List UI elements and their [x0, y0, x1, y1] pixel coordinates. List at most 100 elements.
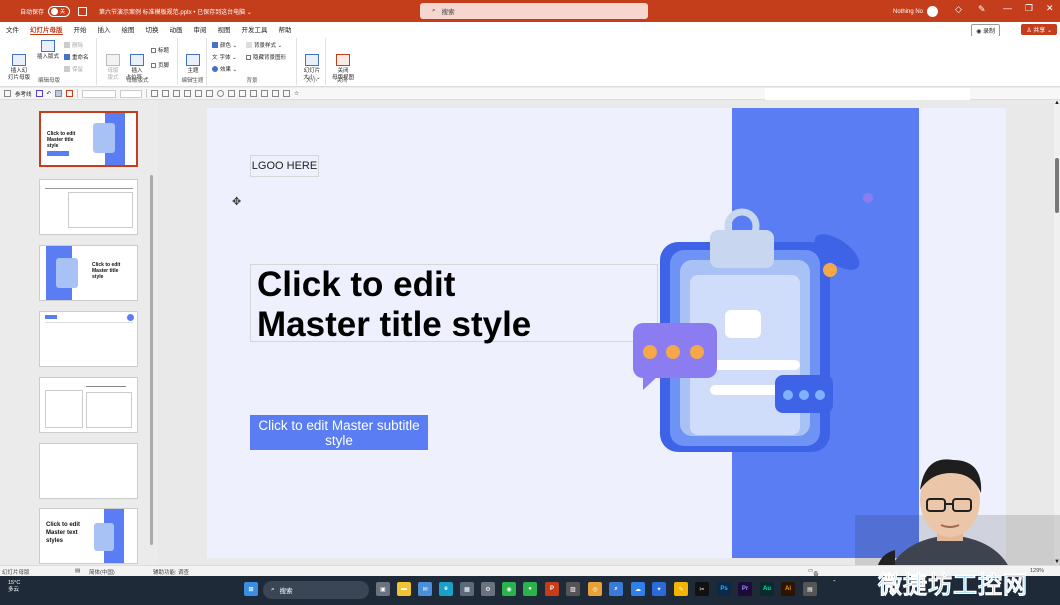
store-icon[interactable]: ▦: [460, 582, 474, 596]
thumbnail-slide-3[interactable]: Click to edit Master title style: [39, 245, 138, 301]
tab-file[interactable]: 文件: [6, 24, 19, 34]
language-label[interactable]: 简体(中国): [89, 568, 115, 576]
accessibility-label[interactable]: 辅助功能: 调查: [153, 568, 189, 576]
shape-fill-icon[interactable]: [228, 90, 236, 97]
edge-icon[interactable]: e: [439, 582, 453, 596]
thumbnail-slide-5[interactable]: [39, 377, 138, 433]
diamond-icon[interactable]: ◇: [955, 4, 962, 15]
close-master-icon: [336, 54, 350, 66]
subtitle-placeholder[interactable]: Click to edit Master subtitle style: [250, 415, 428, 450]
delete-button[interactable]: 删除: [64, 41, 83, 49]
thumbnail-slide-2[interactable]: [39, 179, 138, 235]
group-size: 幻灯片 大小 ⌄ 大小: [298, 38, 326, 85]
align-center-icon[interactable]: [162, 90, 170, 97]
text-box-icon[interactable]: [261, 90, 269, 97]
chrome-icon[interactable]: ◎: [588, 582, 602, 596]
mail-icon[interactable]: ✉: [418, 582, 432, 596]
settings-gear-icon[interactable]: ⚙: [481, 582, 495, 596]
thumbnail-scrollbar[interactable]: [149, 105, 154, 560]
scroll-up-icon[interactable]: ▲: [1054, 100, 1060, 106]
search-box[interactable]: ⌕ 搜索: [420, 3, 648, 19]
picture-icon[interactable]: [250, 90, 258, 97]
background-styles-dropdown[interactable]: 背景样式 ⌄: [246, 41, 282, 49]
file-explorer-icon[interactable]: ▬: [397, 582, 411, 596]
font-size-box[interactable]: [120, 89, 143, 98]
taskbar-search-icon: ⌕: [271, 586, 275, 593]
preserve-button[interactable]: 保留: [64, 65, 83, 73]
photoshop-icon[interactable]: Ps: [717, 582, 731, 596]
hide-bg-graphics-checkbox[interactable]: 隐藏背景图形: [246, 53, 286, 61]
pen-icon[interactable]: ✎: [978, 4, 986, 15]
oval-icon[interactable]: [217, 90, 225, 97]
effects-dropdown[interactable]: 效果 ⌄: [212, 65, 237, 73]
illustrator-icon[interactable]: Ai: [781, 582, 795, 596]
guides-checkbox[interactable]: [4, 90, 11, 97]
rename-button[interactable]: 重命名: [64, 53, 89, 61]
thumbnail-slide-1[interactable]: Click to edit Master title style: [39, 111, 138, 167]
arrange-icon[interactable]: [272, 90, 280, 97]
tab-insert[interactable]: 插入: [98, 24, 111, 34]
minimize-icon[interactable]: —: [1003, 3, 1012, 13]
font-name-box[interactable]: [82, 89, 117, 98]
thumbnail-slide-7[interactable]: Click to edit Master text styles: [39, 508, 138, 564]
align-right-icon[interactable]: [173, 90, 181, 97]
shape-outline-icon[interactable]: [239, 90, 247, 97]
fonts-dropdown[interactable]: 文字体 ⌄: [212, 53, 237, 61]
close-icon[interactable]: ✕: [1046, 3, 1054, 14]
restore-icon[interactable]: ❐: [1025, 3, 1033, 14]
capcut-icon[interactable]: ✂: [695, 582, 709, 596]
tab-help[interactable]: 帮助: [279, 24, 292, 34]
thumbnail-slide-4[interactable]: [39, 311, 138, 367]
user-account[interactable]: Nothing No: [893, 6, 939, 17]
weather-widget[interactable]: 15°C 多云: [8, 580, 20, 594]
system-tray[interactable]: ⌃: [832, 580, 837, 587]
premiere-icon[interactable]: Pr: [738, 582, 752, 596]
tab-transitions[interactable]: 切换: [146, 24, 159, 34]
spellcheck-icon[interactable]: ▤: [75, 568, 80, 574]
tab-developer[interactable]: 开发工具: [242, 24, 268, 34]
rectangle-icon[interactable]: [206, 90, 214, 97]
footer-checkbox[interactable]: 页脚: [151, 61, 169, 69]
tab-review[interactable]: 审阅: [194, 24, 207, 34]
app-icon[interactable]: ▤: [803, 582, 817, 596]
insert-layout-button[interactable]: 插入版式: [34, 40, 62, 61]
wechat-icon[interactable]: ◉: [502, 582, 516, 596]
share-button[interactable]: ♙ 共享 ⌄: [1021, 24, 1057, 35]
title-placeholder[interactable]: Click to edit Master title style: [250, 264, 658, 344]
taskbar-search[interactable]: ⌕ 搜索: [263, 581, 369, 599]
undo-icon[interactable]: ↶: [47, 91, 52, 97]
messenger-icon[interactable]: ✦: [652, 582, 666, 596]
windows-start-icon[interactable]: ⊞: [244, 582, 258, 596]
normal-view-icon[interactable]: [55, 90, 63, 97]
notes-app-icon[interactable]: ✎: [674, 582, 688, 596]
task-view-icon[interactable]: ▣: [376, 582, 390, 596]
audition-icon[interactable]: Au: [760, 582, 774, 596]
autosave-label: 自动保存: [20, 9, 45, 16]
logo-placeholder[interactable]: LGOO HERE: [250, 155, 319, 177]
autosave-toggle[interactable]: 关: [48, 5, 71, 17]
save-small-icon[interactable]: [35, 90, 43, 97]
search-app-icon[interactable]: ⌕: [609, 582, 623, 596]
star-icon[interactable]: ☆: [294, 91, 299, 97]
distribute-icon[interactable]: [184, 90, 192, 97]
tab-slide-master[interactable]: 幻灯片母版: [30, 24, 63, 35]
cloud-icon[interactable]: ☁: [631, 582, 645, 596]
tab-home[interactable]: 开始: [74, 24, 87, 34]
title-checkbox[interactable]: 标题: [151, 46, 169, 54]
tab-view[interactable]: 视图: [218, 24, 231, 34]
powerpoint-icon[interactable]: P: [545, 582, 559, 596]
thumbnail-slide-6[interactable]: [39, 443, 138, 499]
tab-draw[interactable]: 绘图: [122, 24, 135, 34]
group-icon[interactable]: [195, 90, 203, 97]
zoom-level[interactable]: 129%: [1030, 568, 1044, 574]
align-left-icon[interactable]: [151, 90, 159, 97]
chat-icon[interactable]: ●: [523, 582, 537, 596]
tab-animations[interactable]: 动画: [170, 24, 183, 34]
save-icon[interactable]: [78, 6, 88, 16]
colors-dropdown[interactable]: 颜色 ⌄: [212, 41, 237, 49]
close-small-icon[interactable]: [66, 90, 74, 97]
document-title: 第六节演示案例 标准模板规范.pptx • 已保存到这台电脑 ⌄: [99, 9, 252, 16]
notes-button[interactable]: ▭ 备注: [808, 568, 819, 586]
photos-icon[interactable]: ▨: [566, 582, 580, 596]
crop-icon[interactable]: [283, 90, 291, 97]
